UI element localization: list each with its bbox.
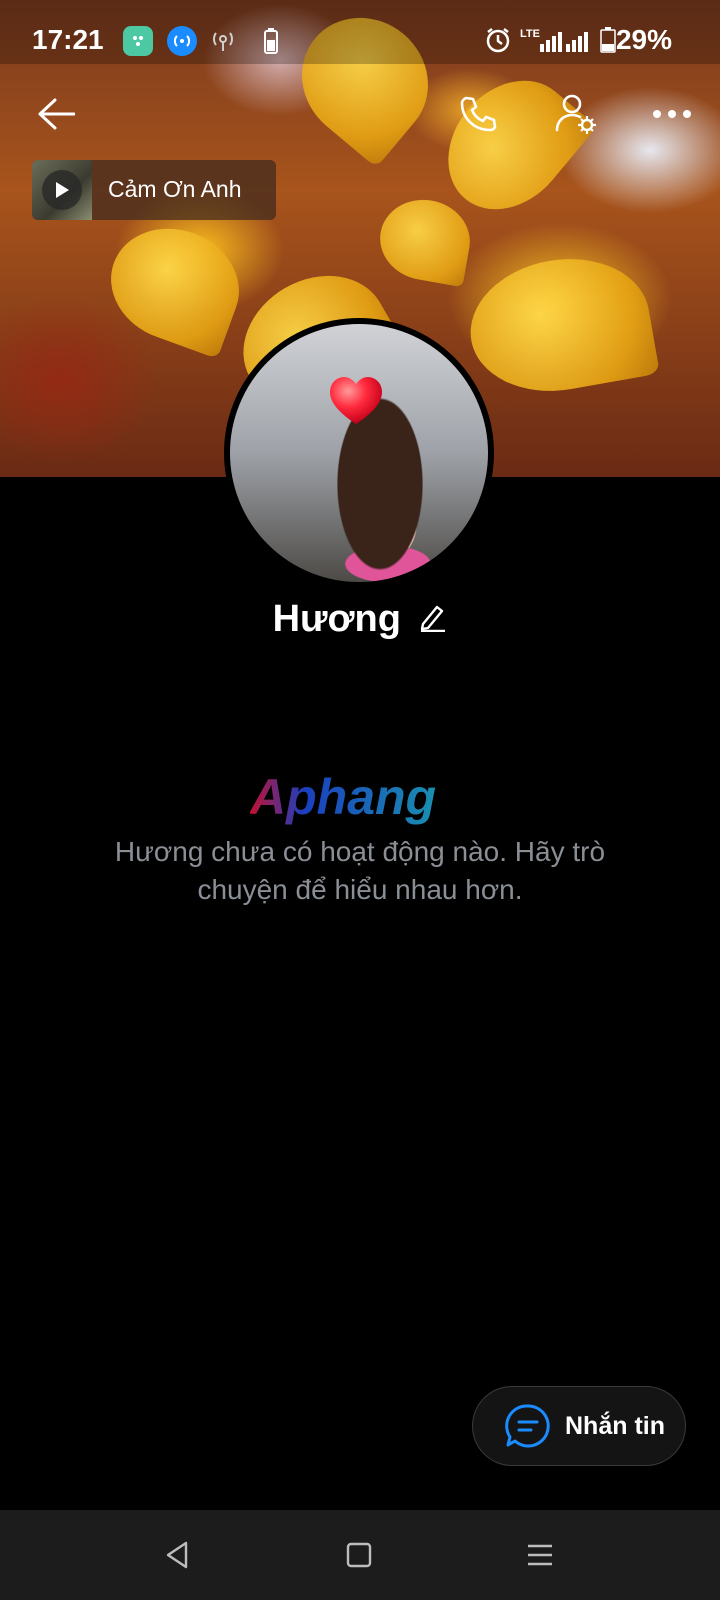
call-button[interactable] — [452, 88, 504, 140]
broadcast-icon — [208, 26, 238, 56]
pencil-icon — [421, 605, 446, 633]
back-button[interactable] — [30, 88, 82, 140]
triangle-back-icon — [166, 1541, 188, 1569]
wifi-hotspot-icon — [167, 26, 197, 56]
profile-music-chip[interactable]: Cảm Ơn Anh — [32, 160, 276, 220]
profile-avatar[interactable] — [224, 318, 494, 588]
cover-decor — [460, 245, 660, 405]
edit-name-button[interactable] — [419, 602, 447, 637]
square-home-icon — [346, 1542, 372, 1568]
watermark-logo: Aphang — [250, 770, 436, 825]
music-thumbnail — [32, 160, 92, 220]
send-message-label: Nhắn tin — [565, 1411, 665, 1440]
music-title: Cảm Ơn Anh — [108, 176, 242, 202]
battery-percentage: 29% — [615, 24, 672, 55]
status-time: 17:21 — [32, 24, 104, 55]
profile-name-row: Hương — [0, 598, 720, 641]
more-dots-icon — [653, 110, 691, 118]
user-settings-icon — [555, 94, 596, 134]
cover-decor — [95, 211, 255, 359]
send-message-button[interactable]: Nhắn tin — [472, 1386, 686, 1466]
nav-home-button[interactable] — [334, 1530, 384, 1580]
alarm-icon — [484, 26, 512, 54]
status-bar: 17:21 LTE 29% — [0, 0, 720, 64]
profile-settings-button[interactable] — [550, 88, 602, 140]
arrow-left-icon — [38, 98, 75, 130]
phone-icon — [460, 96, 497, 132]
nav-back-button[interactable] — [152, 1530, 202, 1580]
network-type: LTE — [520, 28, 540, 40]
play-icon[interactable] — [42, 170, 82, 210]
system-navigation-bar — [0, 1510, 720, 1600]
notification-app-icon — [123, 26, 153, 56]
watermark-text: Aphang — [250, 770, 436, 825]
cover-decor — [373, 192, 477, 288]
chat-bubble-icon — [505, 1404, 550, 1448]
battery-small-icon — [256, 26, 286, 56]
profile-name: Hương — [272, 598, 401, 640]
empty-activity-message: Hương chưa có hoạt động nào. Hãy trò chu… — [114, 836, 606, 905]
more-options-button[interactable] — [646, 88, 698, 140]
menu-lines-icon — [528, 1544, 552, 1566]
nav-menu-button[interactable] — [515, 1530, 565, 1580]
heart-sticker-icon — [330, 377, 382, 424]
signal-icon — [540, 30, 590, 52]
